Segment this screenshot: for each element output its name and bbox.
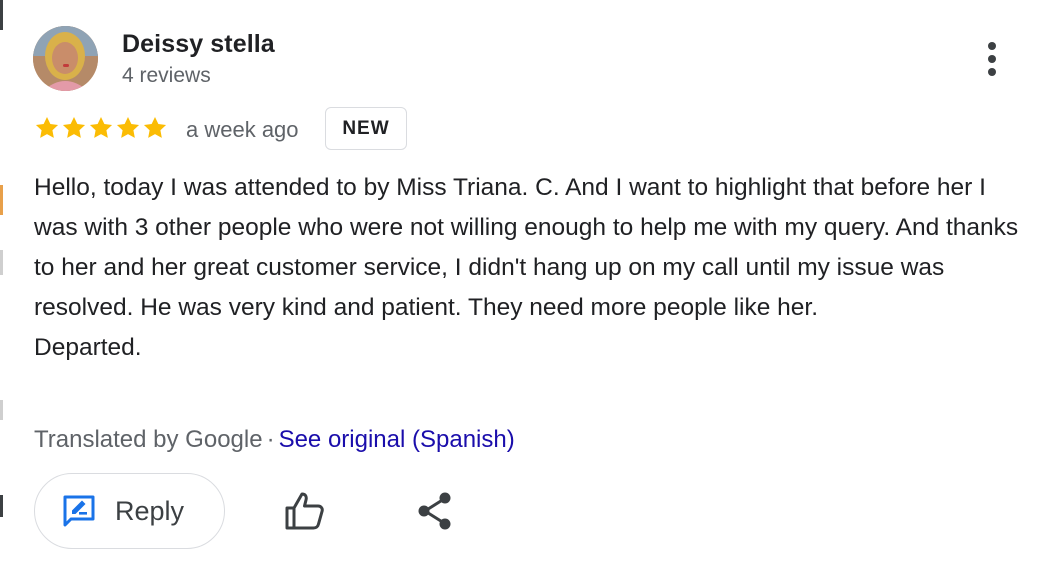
review-paragraph: Hello, today I was attended to by Miss T… [34, 174, 1019, 321]
translated-by-label: Translated by Google [34, 426, 263, 453]
separator: · [266, 426, 275, 453]
thumb-up-icon[interactable] [283, 490, 327, 532]
review-paragraph: Departed. [34, 334, 142, 361]
reply-button[interactable]: Reply [34, 473, 225, 549]
rating-row: a week ago NEW [34, 107, 634, 151]
star-icon [116, 116, 140, 138]
star-icon [35, 116, 59, 138]
star-rating [34, 115, 168, 141]
share-icon[interactable] [414, 490, 456, 532]
review-count[interactable]: 4 reviews [122, 64, 211, 88]
more-vert-icon[interactable] [979, 38, 1005, 80]
avatar[interactable] [33, 26, 98, 91]
rate-review-icon [63, 495, 95, 527]
reviewer-header: Deissy stella 4 reviews [33, 26, 1023, 92]
review-text: Hello, today I was attended to by Miss T… [34, 168, 1024, 368]
star-icon [62, 116, 86, 138]
review-card: Deissy stella 4 reviews a week ago NEW H… [0, 0, 1048, 566]
left-edge-strip [0, 0, 4, 566]
review-time: a week ago [186, 117, 299, 142]
reviewer-name[interactable]: Deissy stella [122, 30, 275, 59]
star-icon [143, 116, 167, 138]
translation-notice: Translated by Google · See original (Spani… [34, 426, 515, 454]
star-icon [89, 116, 113, 138]
see-original-link[interactable]: See original (Spanish) [279, 426, 515, 453]
review-actions: Reply [34, 473, 534, 549]
new-badge: NEW [325, 107, 407, 150]
reply-label: Reply [115, 495, 185, 526]
